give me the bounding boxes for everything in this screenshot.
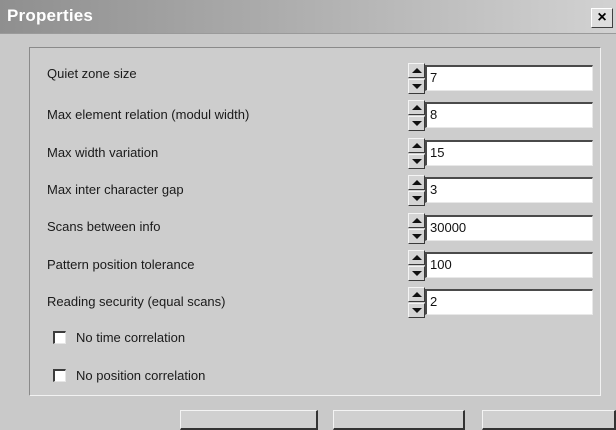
max-inter-character-gap-label: Max inter character gap <box>47 182 184 197</box>
no-position-correlation-checkbox[interactable] <box>53 369 66 382</box>
scans-between-info-up-button[interactable] <box>408 213 425 228</box>
no-time-correlation-checkbox[interactable] <box>53 331 66 344</box>
max-inter-character-gap-up-button[interactable] <box>408 175 425 190</box>
quiet-zone-size-spinner <box>408 63 425 94</box>
max-inter-character-gap-spinner <box>408 175 425 206</box>
dialog-button-right[interactable] <box>482 410 616 430</box>
arrow-up-icon <box>412 143 422 148</box>
pattern-position-tolerance-spinner <box>408 250 425 281</box>
reading-security-label: Reading security (equal scans) <box>47 294 226 309</box>
pattern-position-tolerance-label: Pattern position tolerance <box>47 257 195 272</box>
pattern-position-tolerance-down-button[interactable] <box>408 266 425 281</box>
quiet-zone-size-label: Quiet zone size <box>47 66 137 81</box>
no-position-correlation-label: No position correlation <box>76 368 206 383</box>
dialog-button-middle[interactable] <box>333 410 465 430</box>
max-element-relation-down-button[interactable] <box>408 116 425 131</box>
reading-security-down-button[interactable] <box>408 303 425 318</box>
arrow-down-icon <box>412 308 422 313</box>
arrow-up-icon <box>412 68 422 73</box>
close-icon: × <box>597 9 607 26</box>
quiet-zone-size-input[interactable]: 7 <box>425 65 593 91</box>
reading-security-input[interactable]: 2 <box>425 289 593 315</box>
scans-between-info-label: Scans between info <box>47 219 161 234</box>
max-element-relation-up-button[interactable] <box>408 100 425 115</box>
max-width-variation-spinner <box>408 138 425 169</box>
title-bar: Properties × <box>0 0 616 34</box>
reading-security-spinner <box>408 287 425 318</box>
max-width-variation-up-button[interactable] <box>408 138 425 153</box>
scans-between-info-input[interactable]: 30000 <box>425 215 593 241</box>
arrow-down-icon <box>412 84 422 89</box>
pattern-position-tolerance-up-button[interactable] <box>408 250 425 265</box>
arrow-down-icon <box>412 159 422 164</box>
scans-between-info-down-button[interactable] <box>408 229 425 244</box>
no-time-correlation-label: No time correlation <box>76 330 186 345</box>
arrow-down-icon <box>412 271 422 276</box>
arrow-up-icon <box>412 255 422 260</box>
max-element-relation-spinner <box>408 100 425 131</box>
arrow-up-icon <box>412 292 422 297</box>
arrow-down-icon <box>412 121 422 126</box>
arrow-down-icon <box>412 234 422 239</box>
max-width-variation-label: Max width variation <box>47 145 159 160</box>
dialog-button-left[interactable] <box>180 410 318 430</box>
max-element-relation-input[interactable]: 8 <box>425 102 593 128</box>
arrow-up-icon <box>412 180 422 185</box>
quiet-zone-size-up-button[interactable] <box>408 63 425 78</box>
max-inter-character-gap-input[interactable]: 3 <box>425 177 593 203</box>
max-width-variation-input[interactable]: 15 <box>425 140 593 166</box>
arrow-up-icon <box>412 105 422 110</box>
arrow-up-icon <box>412 218 422 223</box>
quiet-zone-size-down-button[interactable] <box>408 79 425 94</box>
close-button[interactable]: × <box>591 8 613 28</box>
reading-security-up-button[interactable] <box>408 287 425 302</box>
scans-between-info-spinner <box>408 213 425 244</box>
max-width-variation-down-button[interactable] <box>408 154 425 169</box>
pattern-position-tolerance-input[interactable]: 100 <box>425 252 593 278</box>
max-inter-character-gap-down-button[interactable] <box>408 191 425 206</box>
window-title: Properties <box>7 6 94 25</box>
max-element-relation-label: Max element relation (modul width) <box>47 107 250 122</box>
arrow-down-icon <box>412 196 422 201</box>
